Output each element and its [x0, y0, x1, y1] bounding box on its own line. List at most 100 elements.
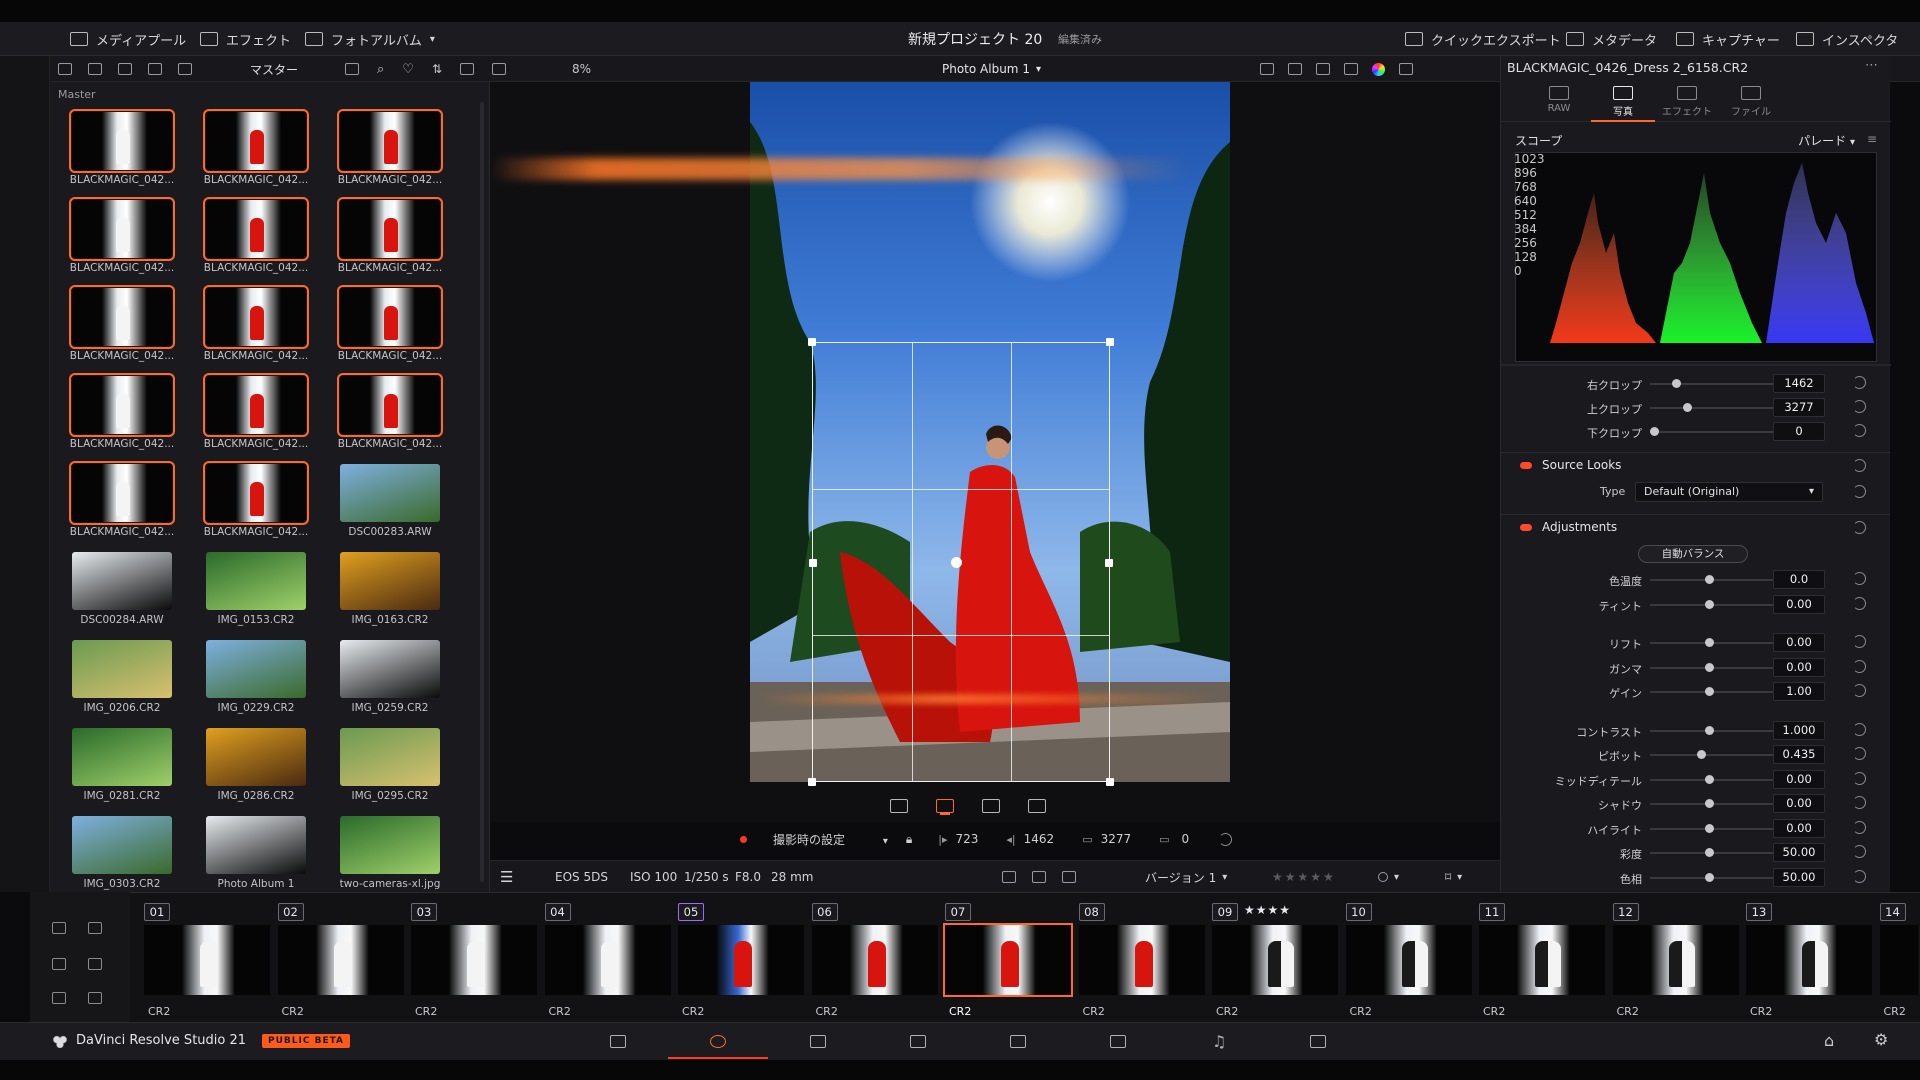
crop-handle-tr[interactable] [1106, 338, 1114, 346]
timeline-clip[interactable]: 12 CR2 [1603, 893, 1739, 1021]
single-view-icon[interactable] [1260, 63, 1274, 75]
media-thumbnail[interactable]: IMG_0206.CR2 [60, 636, 192, 722]
reset-icon[interactable] [1853, 596, 1866, 610]
color-wheel-icon[interactable] [1372, 62, 1385, 76]
media-thumbnail[interactable]: BLACKMAGIC_042... [60, 460, 192, 546]
reset-icon[interactable] [1853, 376, 1866, 389]
right-crop-value[interactable]: 1462 [1024, 832, 1055, 846]
source-looks-toggle[interactable] [1520, 462, 1532, 469]
deliver-page-icon[interactable] [1310, 1035, 1326, 1048]
media-thumbnail[interactable]: Photo Album 1 [194, 812, 326, 898]
source-looks-section[interactable]: Source Looks [1500, 452, 1890, 478]
param-slider-knob[interactable] [1705, 575, 1714, 584]
timeline-clip[interactable]: 14 CR2 [1870, 893, 1920, 1021]
media-thumbnail[interactable]: BLACKMAGIC_042... [60, 196, 192, 282]
color-label-select[interactable]: ▾ [1378, 861, 1399, 893]
thumbnail-size-icon[interactable] [492, 63, 506, 75]
media-thumbnail[interactable]: BLACKMAGIC_042... [60, 372, 192, 458]
timeline-clip[interactable]: 02 CR2 [268, 893, 404, 1021]
adjust-sliders-icon[interactable]: ☰ [500, 861, 513, 893]
heart-filter-icon[interactable] [52, 922, 66, 934]
panel-layout-icon[interactable] [58, 63, 72, 75]
rating-stars[interactable]: ★★★★★ [1272, 861, 1336, 893]
reset-icon[interactable] [1853, 684, 1866, 697]
more-icon[interactable]: ⋯ [1865, 58, 1878, 73]
bin-selector[interactable]: マスター [250, 56, 298, 82]
media-thumbnail[interactable]: IMG_0303.CR2 [60, 812, 192, 898]
fullscreen-icon[interactable] [1399, 63, 1413, 75]
fusion-page-icon[interactable] [1010, 1035, 1026, 1048]
param-slider-knob[interactable] [1705, 872, 1714, 882]
param-value[interactable]: 0.00 [1773, 594, 1825, 614]
param-slider-knob[interactable] [1705, 848, 1714, 857]
metadata-button[interactable]: メタデータ [1566, 22, 1657, 56]
reset-icon[interactable] [1853, 869, 1866, 883]
photo-remove-icon[interactable] [1062, 871, 1076, 883]
version-select[interactable]: バージョン 1 ▾ [1145, 861, 1227, 893]
bottom-crop-value[interactable]: 0 [1182, 832, 1190, 846]
search-icon[interactable]: ⌕ [377, 62, 384, 77]
media-thumbnail[interactable]: two-cameras-xl.jpg [328, 812, 460, 898]
zoom-level[interactable]: 8% [572, 56, 591, 82]
reset-icon[interactable] [1853, 400, 1866, 413]
media-thumbnail[interactable]: IMG_0286.CR2 [194, 724, 326, 810]
reset-icon[interactable] [1853, 796, 1866, 809]
param-value[interactable]: 0 [1773, 422, 1825, 441]
reset-icon[interactable] [1853, 485, 1866, 498]
param-value[interactable]: 0.00 [1773, 769, 1825, 789]
param-value[interactable]: 0.435 [1773, 745, 1825, 764]
star-filter-icon[interactable] [88, 922, 102, 934]
param-slider-knob[interactable] [1705, 638, 1714, 647]
bookmark-filter-icon[interactable] [52, 958, 66, 970]
adjustments-section[interactable]: Adjustments [1500, 514, 1890, 540]
photo-check-icon[interactable] [1002, 871, 1016, 883]
group-filter-icon[interactable] [88, 958, 102, 970]
compare-icon[interactable] [1344, 63, 1358, 75]
media-thumbnail[interactable]: IMG_0153.CR2 [194, 548, 326, 634]
sort-icon[interactable]: ⇅ [432, 62, 442, 76]
timeline-clip[interactable]: 11 CR2 [1469, 893, 1605, 1021]
param-value[interactable]: 3277 [1773, 398, 1825, 417]
param-value[interactable]: 50.00 [1773, 843, 1825, 862]
media-thumbnail[interactable]: DSC00284.ARW [60, 548, 192, 634]
timeline-clip[interactable]: 10 CR2 [1336, 893, 1472, 1021]
timeline-clip[interactable]: 01 CR2 [134, 893, 270, 1021]
crop-handle-br[interactable] [1106, 778, 1114, 786]
reset-icon[interactable] [1853, 521, 1866, 534]
media-page-icon[interactable] [610, 1035, 626, 1048]
top-crop-value[interactable]: 3277 [1101, 832, 1132, 846]
param-value[interactable]: 0.00 [1773, 818, 1825, 838]
media-thumbnail[interactable]: IMG_0259.CR2 [328, 636, 460, 722]
gear-icon[interactable]: ⚙ [1874, 1030, 1888, 1049]
crop-handle-right[interactable] [1105, 559, 1113, 567]
import-icon[interactable] [148, 63, 162, 75]
link-icon[interactable] [118, 63, 132, 75]
media-pool-button[interactable]: メディアプール [70, 22, 186, 56]
flag-select[interactable]: ⌑ ▾ [1445, 861, 1462, 893]
param-slider-knob[interactable] [1705, 599, 1714, 609]
viewer-mode-icon[interactable] [1316, 63, 1330, 75]
adjustments-toggle[interactable] [1520, 524, 1532, 531]
crop-handle-tl[interactable] [808, 338, 816, 346]
compare-tool-icon[interactable] [982, 799, 1000, 813]
media-thumbnail[interactable]: IMG_0229.CR2 [194, 636, 326, 722]
album-selector[interactable]: Photo Album 1 ▾ [942, 56, 1041, 82]
reset-icon[interactable] [1219, 832, 1233, 846]
timeline-clip[interactable]: 06 CR2 [802, 893, 938, 1021]
param-value[interactable]: 1.000 [1773, 720, 1825, 740]
media-thumbnail[interactable]: BLACKMAGIC_042... [194, 108, 326, 194]
reset-icon[interactable] [1853, 572, 1866, 585]
tab-photo[interactable]: 写真 [1591, 80, 1655, 122]
media-thumbnail[interactable]: IMG_0281.CR2 [60, 724, 192, 810]
param-value[interactable]: 0.00 [1773, 794, 1825, 813]
media-thumbnail[interactable]: BLACKMAGIC_042... [328, 372, 460, 458]
left-crop-value[interactable]: 723 [956, 832, 979, 846]
crop-handle-bl[interactable] [808, 778, 816, 786]
tag-filter-icon[interactable] [52, 992, 66, 1004]
param-value[interactable]: 0.00 [1773, 657, 1825, 677]
media-thumbnail[interactable]: BLACKMAGIC_042... [194, 460, 326, 546]
scope-mode-select[interactable]: パレード ▾ [1798, 132, 1855, 149]
timeline-clip[interactable]: 03 CR2 [401, 893, 537, 1021]
timeline-clip[interactable]: 08 CR2 [1069, 893, 1205, 1021]
param-slider-knob[interactable] [1705, 662, 1714, 672]
